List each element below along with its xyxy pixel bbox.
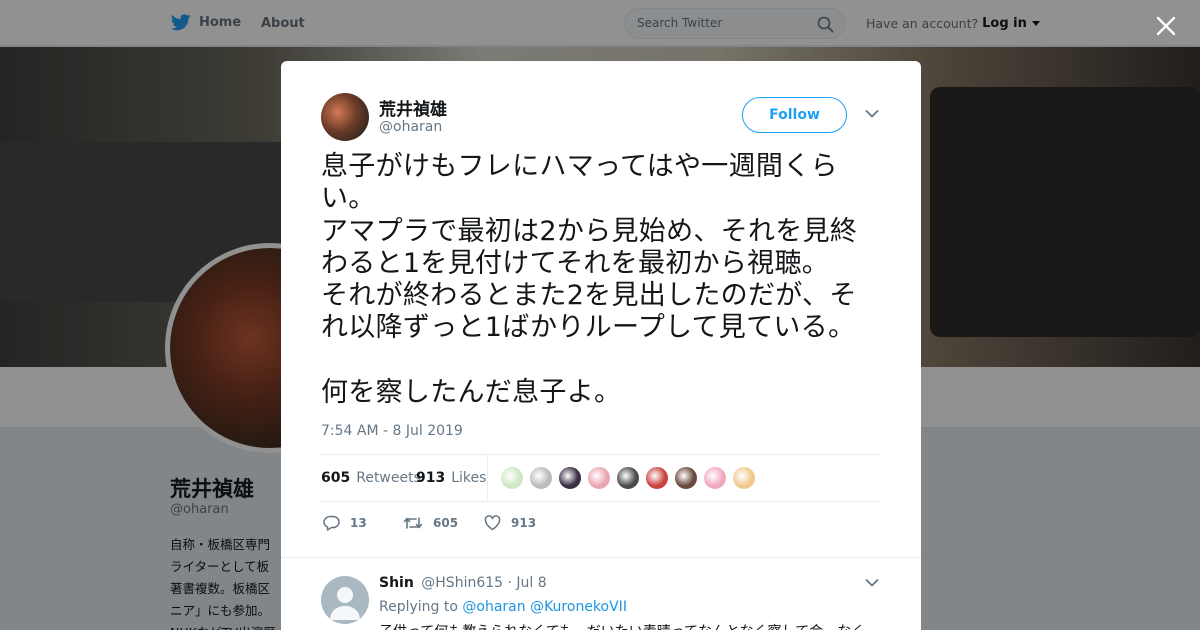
- like-action[interactable]: 913: [484, 515, 536, 531]
- author-name[interactable]: 荒井禎雄: [379, 95, 447, 120]
- tweet-stats: 605 Retweets 913 Likes: [321, 454, 881, 502]
- liker-avatar[interactable]: [558, 466, 582, 490]
- reply-count: 13: [350, 516, 367, 530]
- retweet-action[interactable]: 605: [403, 515, 458, 531]
- replying-to-label: Replying to: [379, 599, 458, 615]
- tweet-actions: 13 605 913: [321, 513, 881, 537]
- close-icon[interactable]: [1152, 12, 1180, 40]
- mention-link[interactable]: @oharan: [462, 599, 525, 615]
- author-avatar[interactable]: [321, 93, 369, 141]
- reply-text: 子供って何も教えられなくても、だいたい素晴ってなんとなく察して会…なく: [379, 621, 865, 630]
- liker-avatar[interactable]: [500, 466, 524, 490]
- follow-button[interactable]: Follow: [742, 97, 847, 133]
- reply-avatar[interactable]: [321, 576, 369, 624]
- liker-avatar[interactable]: [529, 466, 553, 490]
- liker-avatars: [500, 466, 756, 490]
- tweet-timestamp[interactable]: 7:54 AM - 8 Jul 2019: [321, 423, 463, 439]
- stats-divider: [487, 455, 488, 501]
- liker-avatar[interactable]: [587, 466, 611, 490]
- reply-action[interactable]: 13: [323, 515, 367, 531]
- chevron-down-icon[interactable]: [865, 109, 879, 119]
- liker-avatar[interactable]: [703, 466, 727, 490]
- likes-count: 913: [416, 470, 446, 486]
- default-avatar-icon: [330, 587, 360, 620]
- reply-author-handle[interactable]: @HShin615: [421, 575, 503, 591]
- likes-label: Likes: [451, 470, 487, 486]
- replying-to: Replying to @oharan @KuronekoVII: [379, 599, 627, 615]
- mention-link[interactable]: @KuronekoVII: [530, 599, 627, 615]
- like-count: 913: [511, 516, 537, 530]
- retweet-count: 605: [433, 516, 459, 530]
- reply-icon: [323, 515, 340, 531]
- liker-avatar[interactable]: [645, 466, 669, 490]
- chevron-down-icon[interactable]: [865, 578, 879, 588]
- reply-date[interactable]: · Jul 8: [508, 575, 547, 591]
- retweets-count: 605: [321, 470, 351, 486]
- heart-icon: [484, 515, 501, 531]
- likes-stat[interactable]: 913 Likes: [416, 470, 486, 486]
- liker-avatar[interactable]: [732, 466, 756, 490]
- tweet-text: 息子がけもフレにハマってはや一週間くらい。 アマプラで最初は2から見始め、それを…: [321, 151, 858, 409]
- liker-avatar[interactable]: [674, 466, 698, 490]
- reply-author-name[interactable]: Shin: [379, 575, 414, 591]
- reply-header: Shin @HShin615 · Jul 8: [379, 575, 547, 591]
- reply-tweet[interactable]: Shin @HShin615 · Jul 8 Replying to @ohar…: [281, 557, 921, 630]
- retweets-label: Retweets: [356, 470, 421, 486]
- author-handle[interactable]: @oharan: [379, 119, 442, 135]
- retweets-stat[interactable]: 605 Retweets: [321, 470, 421, 486]
- retweet-icon: [403, 517, 423, 529]
- tweet-modal: 荒井禎雄 @oharan Follow 息子がけもフレにハマってはや一週間くらい…: [281, 61, 921, 630]
- liker-avatar[interactable]: [616, 466, 640, 490]
